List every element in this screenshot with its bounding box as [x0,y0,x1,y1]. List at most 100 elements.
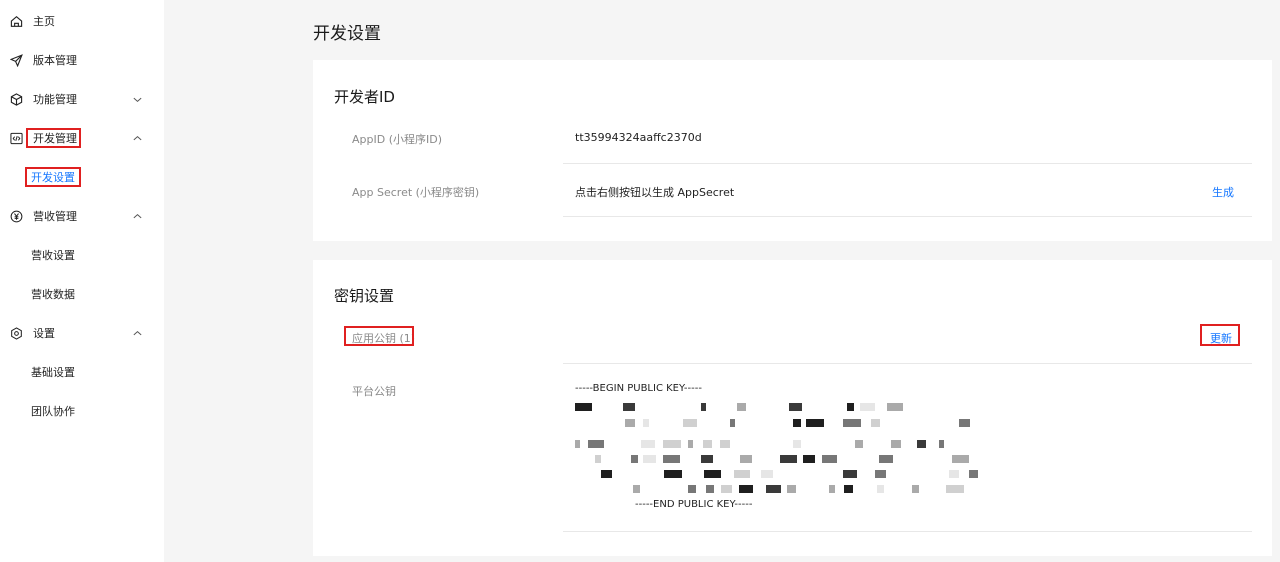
redaction-pixel [946,485,964,493]
card-title: 密钥设置 [334,287,395,305]
appid-value: tt35994324aaffc2370d [575,131,702,144]
redaction-pixel [780,455,797,463]
redaction-pixel [734,470,750,478]
chevron-up-icon[interactable] [132,133,143,144]
home-icon [10,15,23,27]
redacted-key-row [575,455,985,463]
app-secret-label: App Secret (小程序密钥) [352,186,480,199]
redaction-pixel [787,485,796,493]
sidebar-item-version[interactable]: 版本管理 [0,41,164,80]
sidebar: 主页 版本管理 功能管理 开发管理 开发设置 营收管理 营收设置 营收数据 设置… [0,0,164,562]
redaction-pixel [793,419,801,427]
gear-icon [11,327,22,340]
redaction-pixel [706,485,714,493]
redaction-pixel [688,485,696,493]
redaction-pixel [875,470,886,478]
redaction-pixel [829,485,835,493]
divider [563,363,1252,364]
redaction-pixel [643,455,656,463]
redaction-pixel [704,470,721,478]
key-end-line: -----END PUBLIC KEY----- [635,499,753,510]
redaction-pixel [625,419,635,427]
sidebar-item-label: 团队协作 [31,405,75,418]
redacted-key-row [575,440,985,448]
key-settings-card: 密钥设置 应用公钥 (1) 更新 平台公钥 -----BEGIN PUBLIC … [313,260,1272,556]
sidebar-item-label: 营收数据 [31,288,75,301]
sidebar-item-label: 主页 [33,15,55,28]
sidebar-item-label: 开发设置 [31,171,75,184]
chevron-up-icon[interactable] [132,211,143,222]
generate-secret-button[interactable]: 生成 [1212,184,1234,200]
redaction-pixel [803,455,815,463]
sidebar-item-label: 功能管理 [33,93,77,106]
redaction-pixel [631,455,638,463]
redaction-pixel [664,470,682,478]
redaction-pixel [939,440,944,448]
chevron-up-icon[interactable] [132,328,143,339]
redaction-pixel [721,485,732,493]
redaction-pixel [855,440,863,448]
sidebar-item-revenue-settings[interactable]: 营收设置 [0,236,164,275]
sidebar-item-settings[interactable]: 设置 [0,314,164,353]
redaction-pixel [871,419,880,427]
redaction-pixel [806,419,824,427]
redaction-pixel [847,403,854,411]
sidebar-item-revenue[interactable]: 营收管理 [0,197,164,236]
redaction-pixel [766,485,781,493]
redaction-pixel [643,419,649,427]
redaction-pixel [917,440,926,448]
redaction-pixel [843,470,857,478]
send-icon [10,54,23,67]
divider [563,216,1252,217]
redaction-pixel [793,440,801,448]
redaction-pixel [740,455,752,463]
app-public-key-label: 应用公钥 (1) [352,332,416,345]
sidebar-item-revenue-data[interactable]: 营收数据 [0,275,164,314]
redaction-pixel [891,440,901,448]
redaction-pixel [701,403,706,411]
redaction-pixel [641,440,655,448]
sidebar-item-home[interactable]: 主页 [0,2,164,41]
redaction-pixel [860,403,875,411]
update-key-button[interactable]: 更新 [1210,330,1232,346]
divider [563,531,1252,532]
app-secret-value: 点击右侧按钮以生成 AppSecret [575,186,735,199]
redaction-pixel [822,455,837,463]
sidebar-item-dev-settings[interactable]: 开发设置 [0,158,164,197]
redacted-key-row [575,470,985,478]
redaction-pixel [843,419,861,427]
redaction-pixel [575,403,592,411]
sidebar-item-label: 基础设置 [31,366,75,379]
redacted-key-row [575,403,985,411]
redaction-pixel [877,485,884,493]
sidebar-item-basic-settings[interactable]: 基础设置 [0,353,164,392]
redaction-pixel [844,485,853,493]
redaction-pixel [789,403,802,411]
redaction-pixel [688,440,693,448]
sidebar-item-label: 开发管理 [33,132,77,145]
redaction-pixel [959,419,970,427]
page-title: 开发设置 [313,24,381,44]
code-icon [10,132,23,145]
sidebar-item-label: 设置 [33,327,55,340]
redaction-pixel [588,440,604,448]
redaction-pixel [701,455,713,463]
redaction-pixel [633,485,640,493]
redaction-pixel [703,440,712,448]
sidebar-item-dev[interactable]: 开发管理 [0,119,164,158]
redaction-pixel [761,470,773,478]
redaction-pixel [623,403,635,411]
box-icon [10,93,23,106]
chevron-down-icon[interactable] [132,94,143,105]
redaction-pixel [737,403,746,411]
redaction-pixel [969,470,978,478]
divider [563,163,1252,164]
sidebar-item-team[interactable]: 团队协作 [0,392,164,431]
redaction-pixel [952,455,969,463]
redaction-pixel [912,485,919,493]
redaction-pixel [595,455,601,463]
redaction-pixel [730,419,735,427]
redaction-pixel [663,440,681,448]
sidebar-item-features[interactable]: 功能管理 [0,80,164,119]
card-title: 开发者ID [334,88,395,106]
